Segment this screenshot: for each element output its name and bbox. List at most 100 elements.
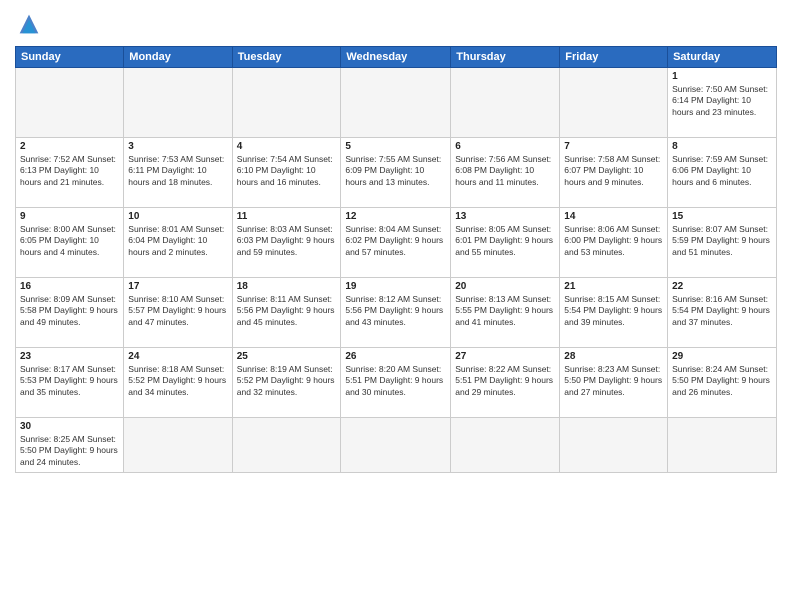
calendar-cell: 24 Sunrise: 8:18 AM Sunset: 5:52 PM Dayli… [124, 348, 232, 418]
calendar-cell: 29 Sunrise: 8:24 AM Sunset: 5:50 PM Dayli… [668, 348, 777, 418]
day-number: 5 [345, 141, 446, 152]
day-info: Sunrise: 8:25 AM Sunset: 5:50 PM Dayligh… [20, 434, 119, 468]
day-info: Sunrise: 8:06 AM Sunset: 6:00 PM Dayligh… [564, 224, 663, 258]
calendar-cell: 28 Sunrise: 8:23 AM Sunset: 5:50 PM Dayli… [560, 348, 668, 418]
day-number: 3 [128, 141, 227, 152]
day-number: 8 [672, 141, 772, 152]
calendar-cell [232, 418, 341, 473]
calendar-cell: 15 Sunrise: 8:07 AM Sunset: 5:59 PM Dayli… [668, 208, 777, 278]
calendar-cell [232, 68, 341, 138]
day-info: Sunrise: 8:13 AM Sunset: 5:55 PM Dayligh… [455, 294, 555, 328]
calendar-cell: 30 Sunrise: 8:25 AM Sunset: 5:50 PM Dayli… [16, 418, 124, 473]
calendar-cell: 6Sunrise: 7:56 AM Sunset: 6:08 PM Daylig… [451, 138, 560, 208]
day-info: Sunrise: 8:04 AM Sunset: 6:02 PM Dayligh… [345, 224, 446, 258]
weekday-header-thursday: Thursday [451, 47, 560, 68]
day-info: Sunrise: 8:18 AM Sunset: 5:52 PM Dayligh… [128, 364, 227, 398]
calendar-cell: 8 Sunrise: 7:59 AM Sunset: 6:06 PM Daylig… [668, 138, 777, 208]
day-info: Sunrise: 8:03 AM Sunset: 6:03 PM Dayligh… [237, 224, 337, 258]
calendar-cell: 3 Sunrise: 7:53 AM Sunset: 6:11 PM Daylig… [124, 138, 232, 208]
day-info: Sunrise: 7:53 AM Sunset: 6:11 PM Dayligh… [128, 154, 227, 188]
day-info: Sunrise: 7:56 AM Sunset: 6:08 PM Dayligh… [455, 154, 555, 188]
day-number: 10 [128, 211, 227, 222]
calendar-cell [341, 418, 451, 473]
calendar-cell: 10Sunrise: 8:01 AM Sunset: 6:04 PM Dayli… [124, 208, 232, 278]
day-number: 4 [237, 141, 337, 152]
calendar-cell: 25Sunrise: 8:19 AM Sunset: 5:52 PM Dayli… [232, 348, 341, 418]
calendar-cell [451, 68, 560, 138]
calendar-cell: 22Sunrise: 8:16 AM Sunset: 5:54 PM Dayli… [668, 278, 777, 348]
weekday-header-wednesday: Wednesday [341, 47, 451, 68]
weekday-header-sunday: Sunday [16, 47, 124, 68]
day-number: 9 [20, 211, 119, 222]
day-info: Sunrise: 7:50 AM Sunset: 6:14 PM Dayligh… [672, 84, 772, 118]
day-number: 28 [564, 351, 663, 362]
calendar-cell [124, 418, 232, 473]
day-number: 20 [455, 281, 555, 292]
day-info: Sunrise: 8:05 AM Sunset: 6:01 PM Dayligh… [455, 224, 555, 258]
day-info: Sunrise: 7:59 AM Sunset: 6:06 PM Dayligh… [672, 154, 772, 188]
day-number: 25 [237, 351, 337, 362]
day-number: 18 [237, 281, 337, 292]
calendar-cell: 5Sunrise: 7:55 AM Sunset: 6:09 PM Daylig… [341, 138, 451, 208]
calendar-cell [451, 418, 560, 473]
calendar-cell: 26 Sunrise: 8:20 AM Sunset: 5:51 PM Dayli… [341, 348, 451, 418]
weekday-header-friday: Friday [560, 47, 668, 68]
day-number: 21 [564, 281, 663, 292]
calendar-cell: 20 Sunrise: 8:13 AM Sunset: 5:55 PM Dayli… [451, 278, 560, 348]
day-number: 12 [345, 211, 446, 222]
day-number: 14 [564, 211, 663, 222]
day-number: 19 [345, 281, 446, 292]
day-number: 15 [672, 211, 772, 222]
day-number: 23 [20, 351, 119, 362]
day-info: Sunrise: 7:52 AM Sunset: 6:13 PM Dayligh… [20, 154, 119, 188]
day-info: Sunrise: 8:15 AM Sunset: 5:54 PM Dayligh… [564, 294, 663, 328]
calendar-cell: 18 Sunrise: 8:11 AM Sunset: 5:56 PM Dayli… [232, 278, 341, 348]
calendar-cell: 2 Sunrise: 7:52 AM Sunset: 6:13 PM Daylig… [16, 138, 124, 208]
calendar-cell: 19 Sunrise: 8:12 AM Sunset: 5:56 PM Dayli… [341, 278, 451, 348]
calendar-cell [668, 418, 777, 473]
calendar-cell: 7 Sunrise: 7:58 AM Sunset: 6:07 PM Daylig… [560, 138, 668, 208]
weekday-header-saturday: Saturday [668, 47, 777, 68]
calendar-cell: 21 Sunrise: 8:15 AM Sunset: 5:54 PM Dayli… [560, 278, 668, 348]
day-number: 30 [20, 421, 119, 432]
calendar-cell: 27 Sunrise: 8:22 AM Sunset: 5:51 PM Dayli… [451, 348, 560, 418]
day-number: 7 [564, 141, 663, 152]
day-info: Sunrise: 8:23 AM Sunset: 5:50 PM Dayligh… [564, 364, 663, 398]
calendar-cell: 16Sunrise: 8:09 AM Sunset: 5:58 PM Dayli… [16, 278, 124, 348]
calendar-cell [16, 68, 124, 138]
day-number: 13 [455, 211, 555, 222]
day-info: Sunrise: 8:12 AM Sunset: 5:56 PM Dayligh… [345, 294, 446, 328]
day-info: Sunrise: 7:58 AM Sunset: 6:07 PM Dayligh… [564, 154, 663, 188]
day-number: 24 [128, 351, 227, 362]
day-info: Sunrise: 7:54 AM Sunset: 6:10 PM Dayligh… [237, 154, 337, 188]
calendar-cell [560, 418, 668, 473]
day-info: Sunrise: 8:11 AM Sunset: 5:56 PM Dayligh… [237, 294, 337, 328]
calendar-cell: 1 Sunrise: 7:50 AM Sunset: 6:14 PM Daylig… [668, 68, 777, 138]
day-info: Sunrise: 8:00 AM Sunset: 6:05 PM Dayligh… [20, 224, 119, 258]
day-number: 2 [20, 141, 119, 152]
day-info: Sunrise: 8:24 AM Sunset: 5:50 PM Dayligh… [672, 364, 772, 398]
calendar: SundayMondayTuesdayWednesdayThursdayFrid… [15, 46, 777, 473]
calendar-cell: 11 Sunrise: 8:03 AM Sunset: 6:03 PM Dayli… [232, 208, 341, 278]
calendar-cell [124, 68, 232, 138]
calendar-cell: 13 Sunrise: 8:05 AM Sunset: 6:01 PM Dayli… [451, 208, 560, 278]
day-number: 29 [672, 351, 772, 362]
day-info: Sunrise: 8:22 AM Sunset: 5:51 PM Dayligh… [455, 364, 555, 398]
day-number: 27 [455, 351, 555, 362]
calendar-cell: 9 Sunrise: 8:00 AM Sunset: 6:05 PM Daylig… [16, 208, 124, 278]
day-info: Sunrise: 8:16 AM Sunset: 5:54 PM Dayligh… [672, 294, 772, 328]
day-number: 26 [345, 351, 446, 362]
weekday-header-monday: Monday [124, 47, 232, 68]
calendar-cell: 14 Sunrise: 8:06 AM Sunset: 6:00 PM Dayli… [560, 208, 668, 278]
logo [15, 10, 47, 38]
day-info: Sunrise: 8:20 AM Sunset: 5:51 PM Dayligh… [345, 364, 446, 398]
day-number: 17 [128, 281, 227, 292]
calendar-cell [560, 68, 668, 138]
calendar-cell: 4 Sunrise: 7:54 AM Sunset: 6:10 PM Daylig… [232, 138, 341, 208]
day-number: 16 [20, 281, 119, 292]
weekday-header-tuesday: Tuesday [232, 47, 341, 68]
day-number: 1 [672, 71, 772, 82]
day-info: Sunrise: 8:07 AM Sunset: 5:59 PM Dayligh… [672, 224, 772, 258]
day-number: 11 [237, 211, 337, 222]
calendar-cell [341, 68, 451, 138]
